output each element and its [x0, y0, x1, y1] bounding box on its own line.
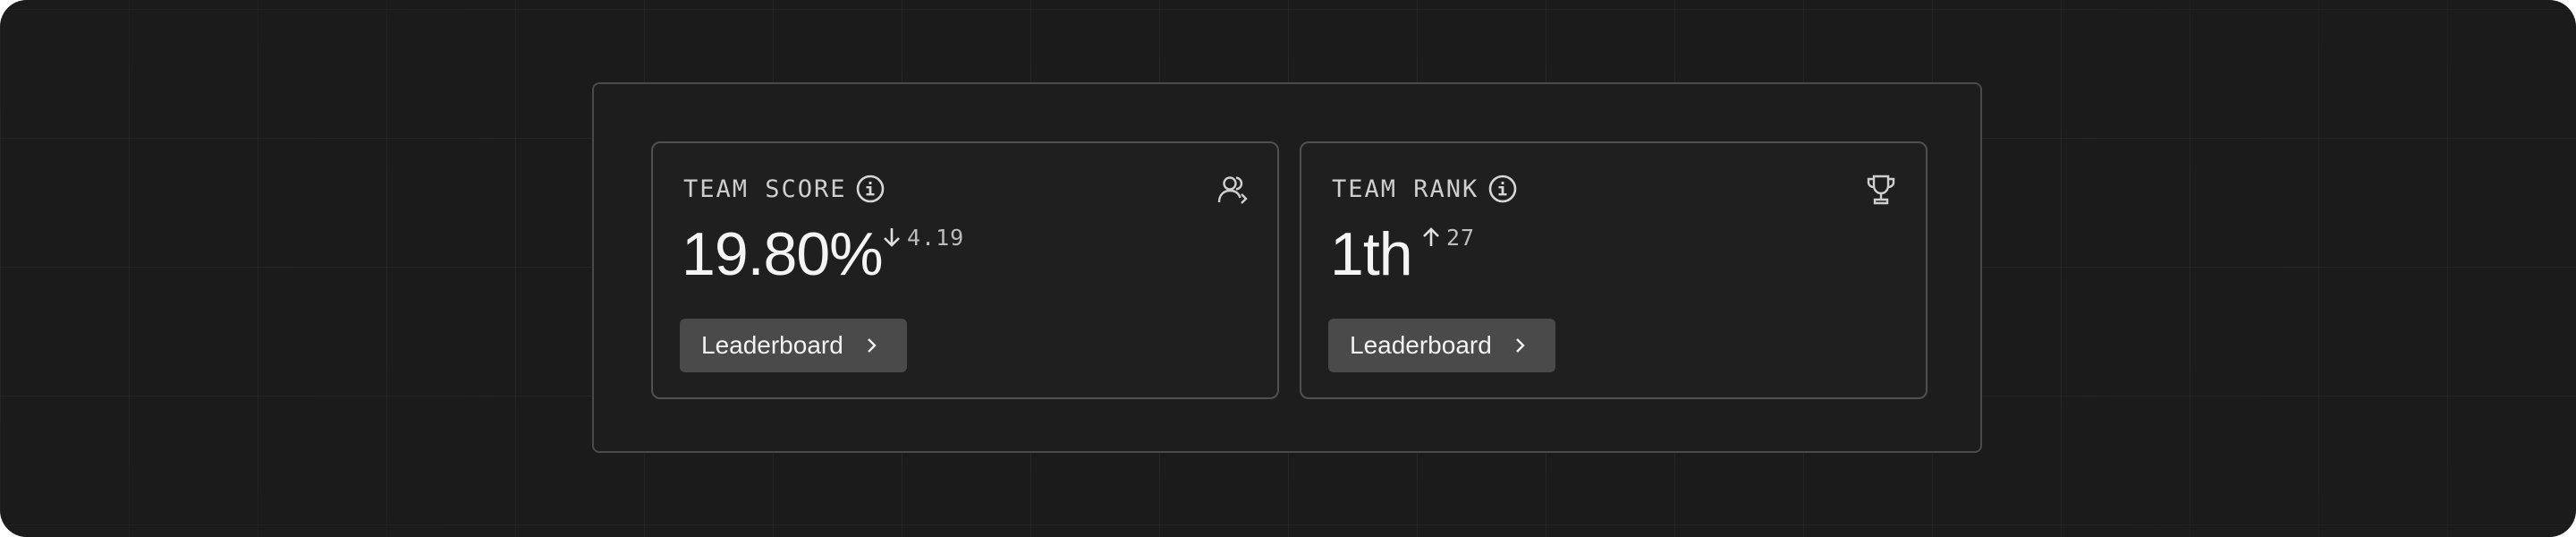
leaderboard-button-label: Leaderboard — [701, 331, 843, 359]
team-rank-delta: 27 — [1421, 222, 1475, 252]
info-icon[interactable] — [855, 174, 886, 204]
trophy-icon — [1867, 175, 1895, 205]
leaderboard-button-label: Leaderboard — [1350, 331, 1492, 359]
users-icon — [1217, 176, 1248, 204]
leaderboard-button[interactable]: Leaderboard — [1328, 319, 1555, 372]
app-frame: TEAM SCORE 19.80% 4.19 Leaderboard TEAM … — [0, 0, 2576, 537]
team-score-delta: 4.19 — [882, 222, 964, 252]
arrow-down-icon — [884, 228, 900, 247]
stats-panel: TEAM SCORE 19.80% 4.19 Leaderboard TEAM … — [592, 82, 1982, 453]
chevron-right-icon — [867, 338, 877, 353]
team-rank-card: TEAM RANK 1th 27 Leaderboard — [1300, 141, 1928, 399]
leaderboard-button[interactable]: Leaderboard — [680, 319, 907, 372]
team-rank-delta-value: 27 — [1446, 224, 1476, 251]
team-rank-label: TEAM RANK — [1332, 175, 1479, 203]
team-score-delta-value: 4.19 — [907, 224, 965, 251]
chevron-right-icon — [1515, 338, 1525, 353]
team-score-card: TEAM SCORE 19.80% 4.19 Leaderboard — [651, 141, 1279, 399]
team-score-label: TEAM SCORE — [683, 175, 847, 203]
team-score-value: 19.80% — [682, 220, 884, 288]
team-rank-value: 1th — [1330, 220, 1413, 288]
arrow-up-icon — [1423, 227, 1439, 246]
info-icon[interactable] — [1487, 174, 1518, 204]
